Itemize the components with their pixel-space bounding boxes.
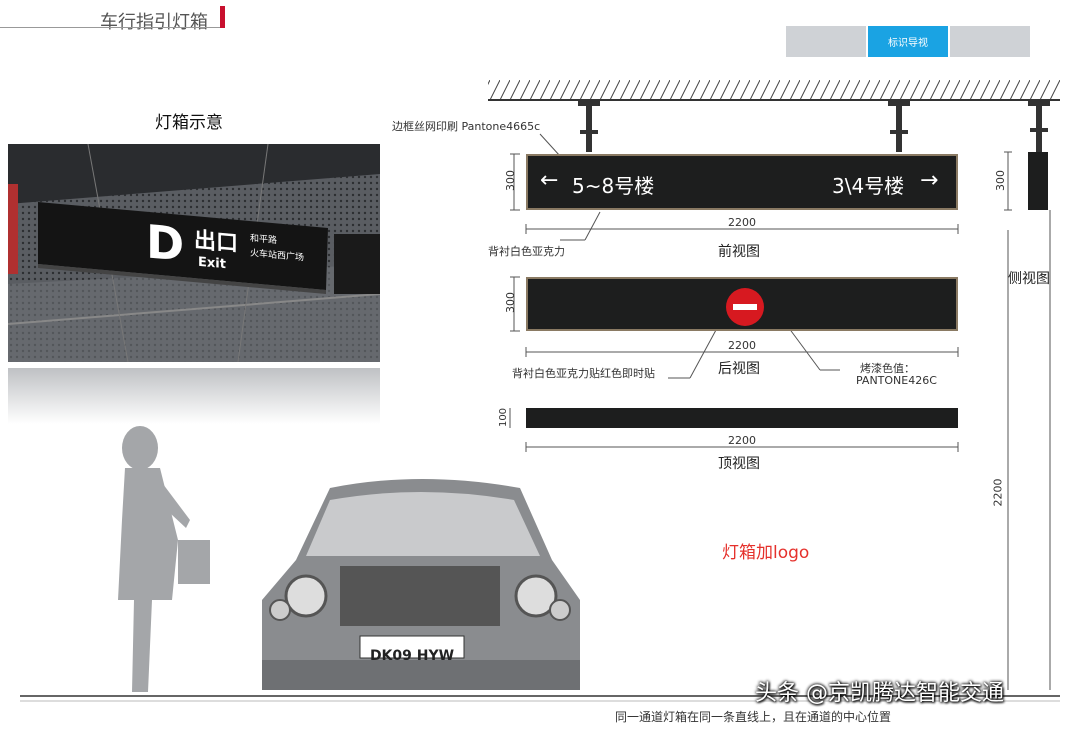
hanger-right (888, 100, 910, 152)
top-sign (526, 408, 958, 428)
side-sign (1028, 152, 1048, 210)
logo-note: 灯箱加logo (722, 543, 810, 563)
side-height-dim: 300 (994, 170, 1007, 191)
back-sign (526, 277, 958, 331)
front-callout-back: 背衬白色亚克力 (488, 245, 565, 258)
front-arrow-right-icon: → (920, 168, 939, 193)
top-view-label: 顶视图 (718, 456, 760, 472)
callout-border: 边框丝网印刷 Pantone4665c (392, 120, 541, 133)
hanger-left (578, 100, 600, 152)
woman-silhouette (118, 426, 210, 692)
paint-code: PANTONE426C (856, 374, 937, 387)
front-height-dim: 300 (504, 170, 517, 191)
back-callout-back: 背衬白色亚克力贴红色即时贴 (512, 367, 655, 380)
front-sign: ← 5~8号楼 3\4号楼 → (526, 154, 958, 210)
top-height-dim: 100 (498, 407, 510, 428)
side-view-label: 侧视图 (1008, 271, 1050, 287)
ceiling-hatch (488, 80, 1060, 100)
back-view-label: 后视图 (718, 361, 760, 377)
front-width-dim: 2200 (728, 216, 756, 229)
front-view-label: 前视图 (718, 244, 760, 260)
front-arrow-left-icon: ← (540, 168, 559, 193)
no-entry-icon (726, 288, 764, 326)
front-right-text: 3\4号楼 (832, 174, 905, 198)
watermark: 头条 @京凯腾达智能交通 (755, 681, 1004, 706)
footer-note: 同一通道灯箱在同一条直线上，且在通道的中心位置 (615, 710, 892, 724)
car-plate: DK09 HYW (369, 648, 455, 664)
back-width-dim: 2200 (728, 339, 756, 352)
top-width-dim: 2200 (728, 434, 756, 447)
side-hanger (1028, 100, 1050, 152)
front-left-text: 5~8号楼 (572, 174, 655, 198)
back-height-dim: 300 (504, 292, 517, 313)
side-total-dim: 2200 (991, 478, 1005, 507)
